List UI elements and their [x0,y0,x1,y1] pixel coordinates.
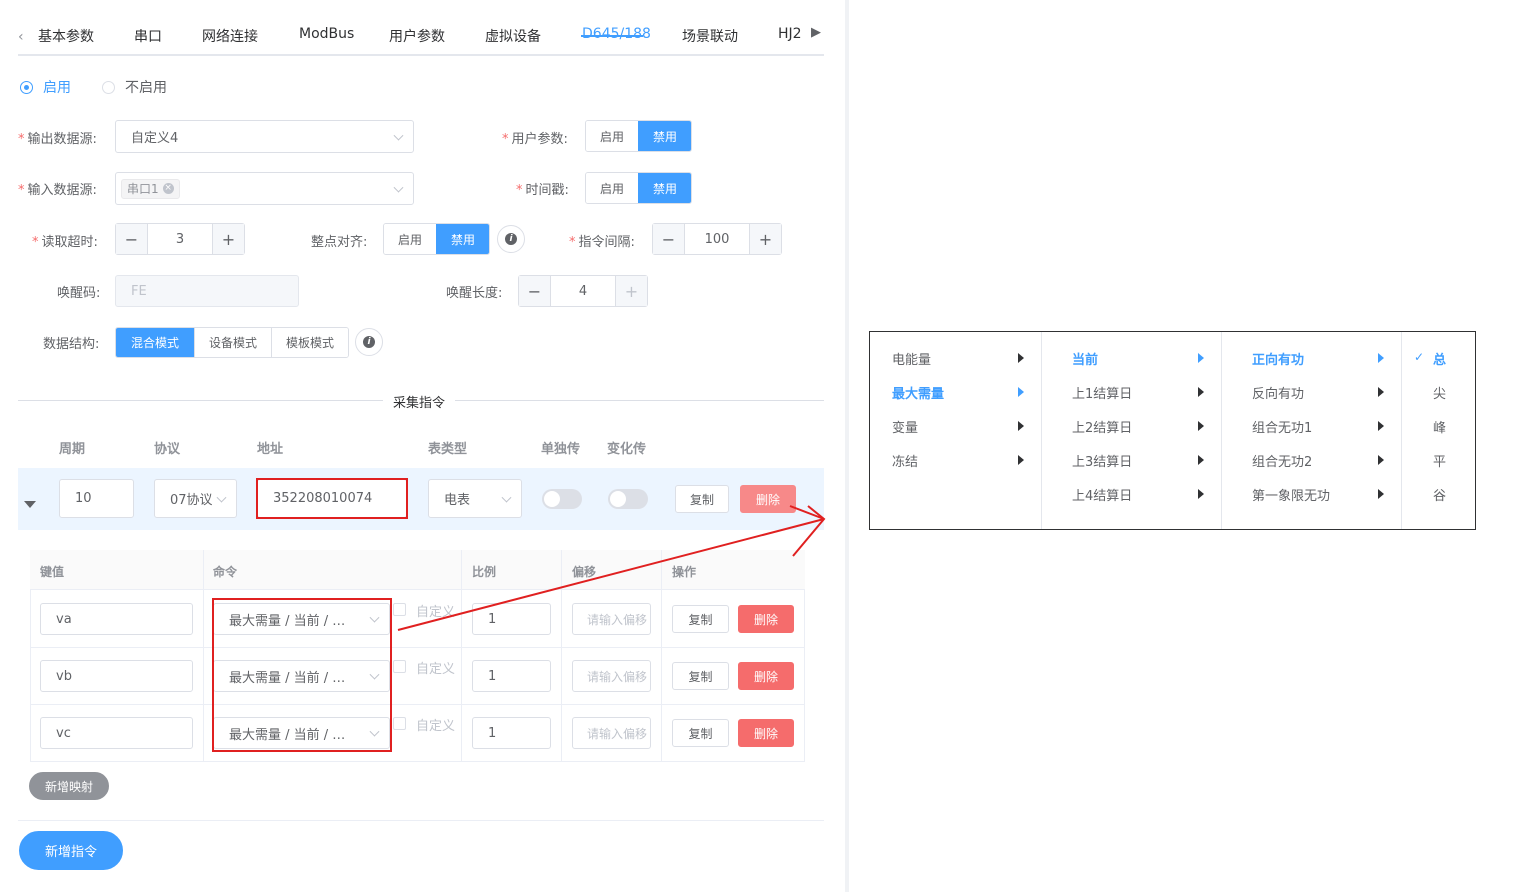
cascader-column-4: ✓ 总 尖 峰 平 谷 [1402,332,1475,529]
chevron-right-icon [1198,353,1204,363]
chevron-right-icon [1378,455,1384,465]
cascader-item[interactable]: 尖 [1433,375,1446,409]
cascader-item[interactable]: 组合无功1 [1252,409,1312,443]
cascader-item-selected[interactable]: 总 [1433,341,1446,375]
cascader-item-selected[interactable]: 正向有功 [1252,341,1304,375]
chevron-right-icon [1378,387,1384,397]
chevron-right-icon [1198,489,1204,499]
cascader-item[interactable]: 峰 [1433,409,1446,443]
check-icon: ✓ [1414,350,1425,364]
chevron-right-icon [1198,455,1204,465]
arrow-line [397,518,825,631]
chevron-right-icon [1378,353,1384,363]
cascader-column-1: 电能量 最大需量 变量 冻结 [870,332,1042,529]
cascader-panel: 电能量 最大需量 变量 冻结 当前 上1结算日 上2结算日 上3结算日 上4结算… [869,331,1476,530]
chevron-right-icon [1378,489,1384,499]
chevron-right-icon [1378,421,1384,431]
chevron-right-icon [1198,387,1204,397]
cascader-item[interactable]: 组合无功2 [1252,443,1312,477]
cascader-item[interactable]: 谷 [1433,477,1446,511]
cascader-item[interactable]: 上3结算日 [1072,443,1132,477]
cascader-item[interactable]: 第一象限无功 [1252,477,1330,511]
cascader-item[interactable]: 上1结算日 [1072,375,1132,409]
cascader-column-2: 当前 上1结算日 上2结算日 上3结算日 上4结算日 [1042,332,1222,529]
arrow-line [789,505,825,520]
chevron-right-icon [1018,387,1024,397]
chevron-right-icon [1018,455,1024,465]
chevron-right-icon [1018,353,1024,363]
chevron-right-icon [1198,421,1204,431]
cascader-item-selected[interactable]: 当前 [1072,341,1098,375]
cascader-column-3: 正向有功 反向有功 组合无功1 组合无功2 第一象限无功 [1222,332,1402,529]
cascader-item[interactable]: 上2结算日 [1072,409,1132,443]
cascader-item-selected[interactable]: 最大需量 [892,375,944,409]
cascader-item[interactable]: 反向有功 [1252,375,1304,409]
cascader-item[interactable]: 上4结算日 [1072,477,1132,511]
cascader-item[interactable]: 平 [1433,443,1446,477]
chevron-right-icon [1018,421,1024,431]
cascader-item[interactable]: 电能量 [892,341,931,375]
cascader-item[interactable]: 变量 [892,409,918,443]
cascader-item[interactable]: 冻结 [892,443,918,477]
